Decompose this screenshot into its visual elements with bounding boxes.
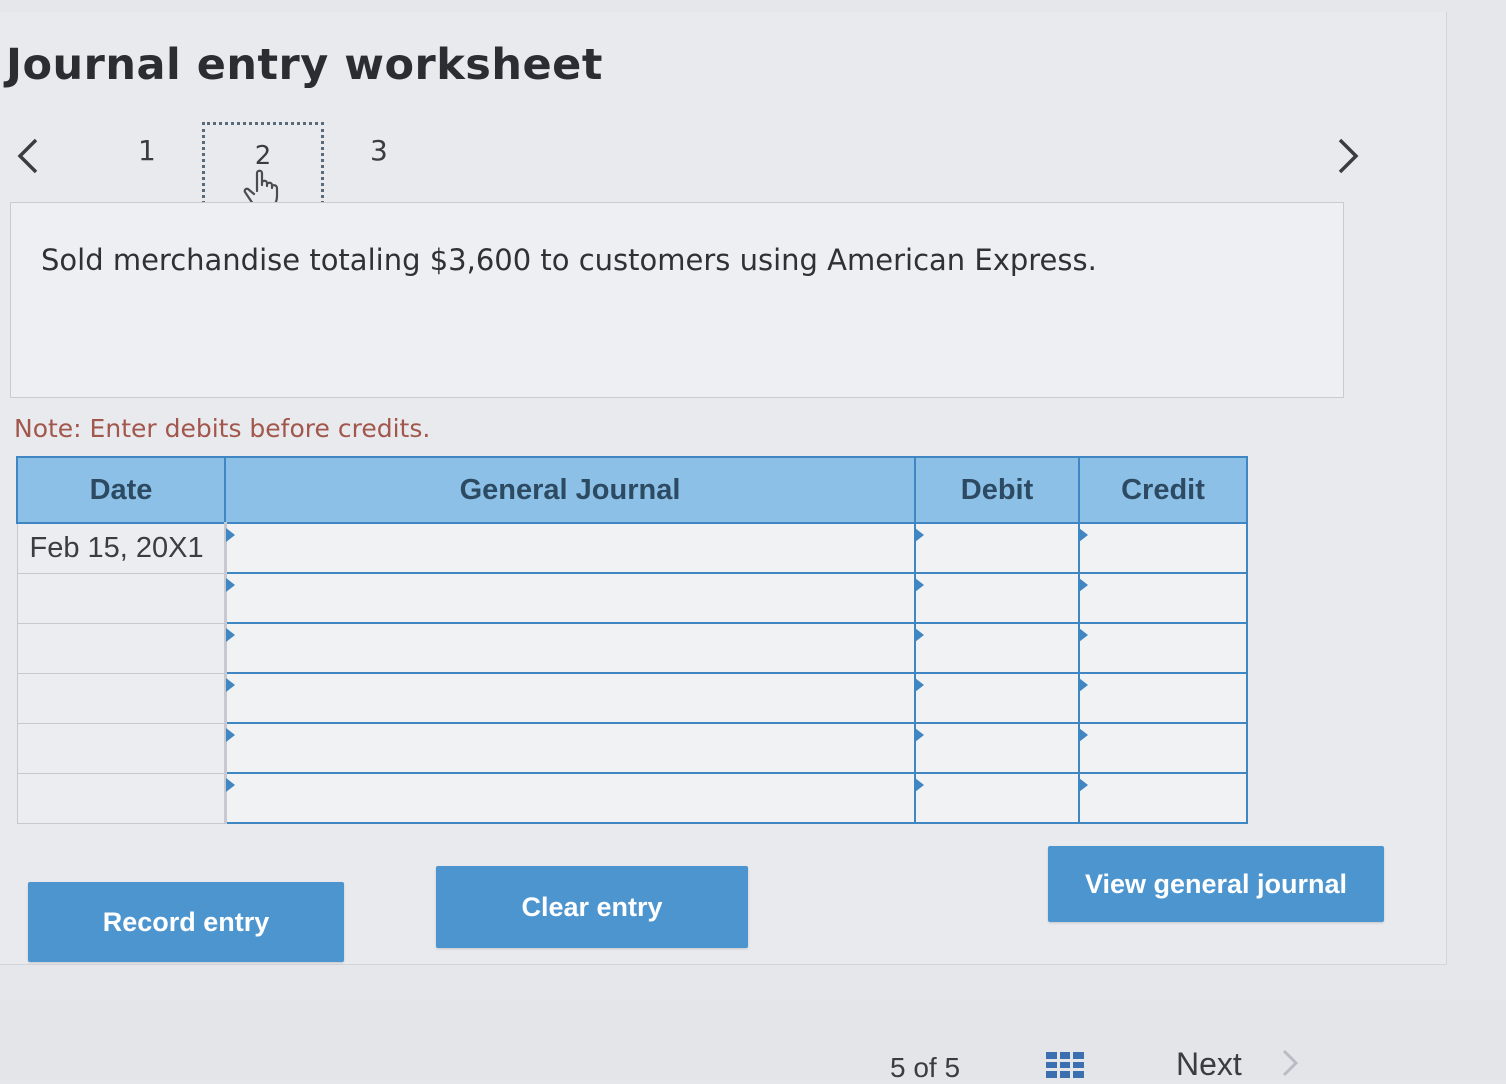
clear-entry-button[interactable]: Clear entry: [436, 866, 748, 948]
debit-input[interactable]: [916, 524, 1078, 572]
page-indicator: 5 of 5: [890, 1052, 961, 1083]
table-row: [16, 672, 1248, 724]
credit-cell[interactable]: [1078, 522, 1248, 574]
table-row: [16, 572, 1248, 624]
next-button[interactable]: Next: [1176, 1046, 1242, 1083]
date-column-header: Date: [16, 456, 226, 524]
credit-input[interactable]: [1080, 674, 1246, 722]
dropdown-flag-icon: [915, 728, 924, 742]
account-input[interactable]: [226, 674, 914, 722]
dropdown-flag-icon: [225, 628, 235, 642]
debit-cell[interactable]: [914, 722, 1080, 774]
dropdown-flag-icon: [225, 678, 235, 692]
dropdown-flag-icon: [225, 578, 235, 592]
date-cell[interactable]: [16, 572, 227, 624]
dropdown-flag-icon: [915, 628, 924, 642]
dropdown-flag-icon: [1079, 778, 1088, 792]
account-input[interactable]: [226, 774, 914, 822]
credit-input[interactable]: [1080, 524, 1246, 572]
dropdown-flag-icon: [225, 728, 235, 742]
journal-entry-table: Date General Journal Debit Credit Feb 15…: [16, 456, 1248, 824]
date-cell[interactable]: Feb 15, 20X1: [16, 522, 227, 574]
account-cell[interactable]: [224, 672, 916, 724]
step-3[interactable]: 3: [370, 134, 388, 167]
record-entry-button[interactable]: Record entry: [28, 882, 344, 962]
credit-input[interactable]: [1080, 774, 1246, 822]
date-cell[interactable]: [16, 722, 227, 774]
dropdown-flag-icon: [915, 678, 924, 692]
account-cell[interactable]: [224, 622, 916, 674]
prev-step-button[interactable]: [8, 130, 48, 182]
transaction-description: Sold merchandise totaling $3,600 to cust…: [41, 243, 1097, 277]
chevron-right-icon[interactable]: [1280, 1048, 1300, 1078]
credit-input[interactable]: [1080, 574, 1246, 622]
debit-cell[interactable]: [914, 522, 1080, 574]
table-row: Feb 15, 20X1: [16, 522, 1248, 574]
debit-cell[interactable]: [914, 622, 1080, 674]
account-cell[interactable]: [224, 572, 916, 624]
table-header-row: Date General Journal Debit Credit: [16, 456, 1248, 524]
transaction-description-box: Sold merchandise totaling $3,600 to cust…: [10, 202, 1344, 398]
account-input[interactable]: [226, 624, 914, 672]
account-input[interactable]: [226, 724, 914, 772]
entry-note: Note: Enter debits before credits.: [14, 414, 431, 443]
view-general-journal-button[interactable]: View general journal: [1048, 846, 1384, 922]
debit-input[interactable]: [916, 624, 1078, 672]
date-cell[interactable]: [16, 772, 227, 824]
dropdown-flag-icon: [1079, 628, 1088, 642]
debit-input[interactable]: [916, 574, 1078, 622]
account-input[interactable]: [226, 524, 914, 572]
account-input[interactable]: [226, 574, 914, 622]
credit-input[interactable]: [1080, 624, 1246, 672]
account-cell[interactable]: [224, 772, 916, 824]
debit-cell[interactable]: [914, 672, 1080, 724]
debit-input[interactable]: [916, 724, 1078, 772]
dropdown-flag-icon: [225, 778, 235, 792]
dropdown-flag-icon: [915, 578, 924, 592]
credit-cell[interactable]: [1078, 572, 1248, 624]
debit-input[interactable]: [916, 674, 1078, 722]
dropdown-flag-icon: [1079, 528, 1088, 542]
credit-cell[interactable]: [1078, 722, 1248, 774]
account-cell[interactable]: [224, 722, 916, 774]
credit-column-header: Credit: [1078, 456, 1248, 524]
step-2-label: 2: [254, 141, 272, 171]
step-1[interactable]: 1: [138, 134, 156, 167]
table-row: [16, 772, 1248, 824]
credit-cell[interactable]: [1078, 772, 1248, 824]
dropdown-flag-icon: [225, 528, 235, 542]
dropdown-flag-icon: [915, 528, 924, 542]
grid-icon[interactable]: [1046, 1052, 1084, 1078]
debit-cell[interactable]: [914, 772, 1080, 824]
chevron-left-icon: [17, 138, 38, 174]
date-cell[interactable]: [16, 672, 227, 724]
date-cell[interactable]: [16, 622, 227, 674]
table-row: [16, 622, 1248, 674]
debit-input[interactable]: [916, 774, 1078, 822]
credit-cell[interactable]: [1078, 622, 1248, 674]
dropdown-flag-icon: [1079, 578, 1088, 592]
table-row: [16, 722, 1248, 774]
dropdown-flag-icon: [1079, 678, 1088, 692]
page-title: Journal entry worksheet: [6, 40, 603, 90]
credit-input[interactable]: [1080, 724, 1246, 772]
debit-cell[interactable]: [914, 572, 1080, 624]
general-journal-column-header: General Journal: [224, 456, 916, 524]
dropdown-flag-icon: [1079, 728, 1088, 742]
account-cell[interactable]: [224, 522, 916, 574]
credit-cell[interactable]: [1078, 672, 1248, 724]
debit-column-header: Debit: [914, 456, 1080, 524]
dropdown-flag-icon: [915, 778, 924, 792]
next-step-button[interactable]: [1328, 130, 1368, 182]
chevron-right-icon: [1338, 138, 1359, 174]
